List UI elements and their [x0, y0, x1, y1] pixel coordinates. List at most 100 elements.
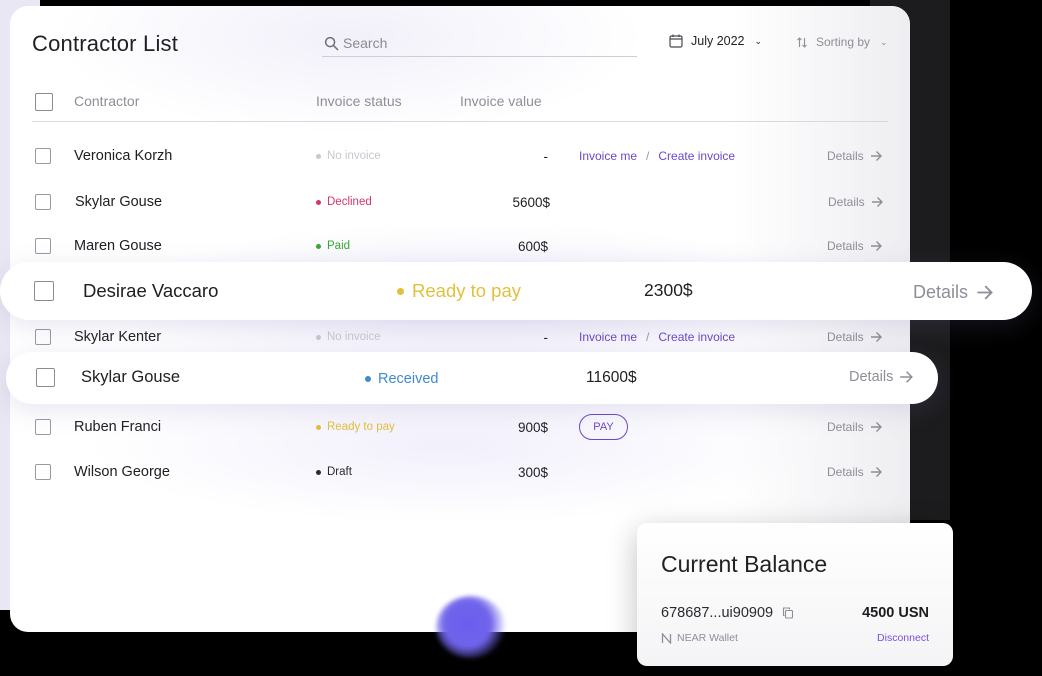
row-checkbox[interactable] [35, 238, 51, 254]
row-checkbox[interactable] [35, 464, 51, 480]
invoice-actions: Invoice me / Create invoice [579, 149, 735, 163]
column-header-invoice-value[interactable]: Invoice value [460, 93, 542, 109]
pay-button[interactable]: PAY [579, 414, 628, 440]
sort-dropdown[interactable]: Sorting by ⌄ [796, 35, 888, 49]
contractor-name: Skylar Kenter [74, 329, 162, 345]
status-dot [365, 376, 371, 382]
status-label: Draft [327, 466, 352, 478]
invoice-value: 300$ [517, 465, 548, 480]
arrow-right-icon [977, 285, 993, 300]
search-input[interactable] [343, 35, 613, 51]
balance-card: Current Balance 678687...ui90909 4500 US… [637, 523, 953, 666]
column-header-contractor[interactable]: Contractor [74, 93, 139, 109]
details-label: Details [827, 330, 864, 344]
row-checkbox[interactable] [35, 148, 51, 164]
status-badge: Paid [316, 240, 350, 252]
status-badge: No invoice [316, 150, 381, 162]
table-row[interactable]: Veronica Korzh No invoice - Invoice me /… [10, 139, 910, 173]
arrow-right-icon [870, 422, 882, 432]
page-title: Contractor List [32, 31, 179, 56]
status-label: No invoice [327, 150, 381, 162]
row-checkbox[interactable] [35, 329, 51, 345]
table-header: Contractor Invoice status Invoice value [10, 88, 910, 122]
status-dot [397, 287, 404, 295]
contractor-name: Ruben Franci [74, 419, 162, 435]
status-label: Declined [327, 196, 372, 208]
table-row[interactable]: Maren Gouse Paid 600$ Details [10, 229, 910, 263]
create-invoice-link[interactable]: Create invoice [658, 330, 735, 344]
row-checkbox[interactable] [36, 368, 55, 387]
status-label: No invoice [327, 331, 381, 343]
column-header-invoice-status[interactable]: Invoice status [316, 93, 402, 109]
details-link[interactable]: Details [827, 420, 882, 434]
details-link[interactable]: Details [827, 465, 882, 479]
chevron-down-icon: ⌄ [880, 36, 888, 47]
balance-amount: 4500 USN [862, 605, 929, 621]
details-link[interactable]: Details [827, 330, 882, 344]
decorative-blob [436, 596, 506, 658]
row-checkbox[interactable] [35, 419, 51, 435]
table-row[interactable]: Ruben Franci Ready to pay 900$ PAY Detai… [10, 410, 910, 444]
details-link[interactable]: Details [849, 369, 914, 385]
arrow-right-icon [871, 197, 883, 207]
search-icon [324, 36, 339, 50]
chevron-down-icon: ⌄ [754, 35, 763, 46]
wallet-address-text: 678687...ui90909 [661, 605, 774, 621]
status-dot [316, 469, 321, 475]
calendar-icon [669, 34, 683, 48]
date-filter-label: July 2022 [691, 34, 745, 48]
details-link[interactable]: Details [827, 239, 882, 253]
table-row[interactable]: Skylar Gouse Declined 5600$ Details [10, 185, 910, 219]
invoice-me-link[interactable]: Invoice me [579, 149, 637, 163]
status-label: Paid [327, 240, 351, 252]
status-label: Received [378, 371, 439, 387]
wallet-name: NEAR Wallet [677, 632, 738, 644]
status-badge: Declined [316, 196, 372, 208]
details-link[interactable]: Details [827, 149, 882, 163]
invoice-value: - [543, 149, 549, 164]
create-invoice-link[interactable]: Create invoice [658, 149, 735, 163]
sort-label: Sorting by [816, 35, 871, 49]
invoice-value: 2300$ [644, 280, 693, 300]
status-dot [316, 199, 321, 205]
copy-icon[interactable] [782, 607, 794, 619]
details-label: Details [827, 465, 864, 479]
row-checkbox[interactable] [35, 194, 51, 210]
select-all-checkbox[interactable] [35, 93, 53, 111]
date-filter[interactable]: July 2022 ⌄ [669, 34, 762, 48]
near-logo-icon [661, 632, 672, 644]
invoice-value: 5600$ [512, 195, 550, 210]
row-checkbox[interactable] [34, 281, 54, 301]
table-row[interactable]: Skylar Kenter No invoice - Invoice me / … [10, 320, 910, 354]
status-dot [316, 424, 321, 430]
status-badge: Draft [316, 466, 352, 478]
invoice-value: 11600$ [586, 369, 637, 386]
invoice-value: - [543, 330, 549, 345]
arrow-right-icon [870, 151, 882, 161]
invoice-actions: Invoice me / Create invoice [579, 330, 735, 344]
details-label: Details [827, 239, 864, 253]
status-badge: No invoice [316, 331, 381, 343]
separator: / [646, 330, 650, 344]
wallet-provider: NEAR Wallet [661, 632, 738, 644]
sort-icon [797, 36, 807, 48]
status-dot [316, 153, 321, 159]
details-label: Details [849, 369, 894, 385]
details-link[interactable]: Details [913, 282, 993, 303]
status-badge: Received [365, 371, 438, 387]
details-label: Details [828, 195, 865, 209]
status-label: Ready to pay [327, 421, 395, 433]
status-badge: Ready to pay [397, 280, 521, 302]
app-screen: Contractor List July 2022 ⌄ Sorti [0, 0, 1042, 676]
table-row-highlighted[interactable]: Skylar Gouse Received 11600$ Details [6, 352, 938, 404]
disconnect-link[interactable]: Disconnect [877, 632, 929, 644]
details-label: Details [913, 282, 969, 302]
contractor-name: Veronica Korzh [74, 148, 173, 164]
details-link[interactable]: Details [828, 195, 883, 209]
contractor-name: Wilson George [74, 464, 170, 480]
table-row[interactable]: Wilson George Draft 300$ Details [10, 455, 910, 489]
arrow-right-icon [870, 241, 882, 251]
contractor-name: Desirae Vaccaro [83, 280, 219, 301]
table-row-highlighted[interactable]: Desirae Vaccaro Ready to pay 2300$ Detai… [0, 262, 1032, 320]
invoice-me-link[interactable]: Invoice me [579, 330, 637, 344]
